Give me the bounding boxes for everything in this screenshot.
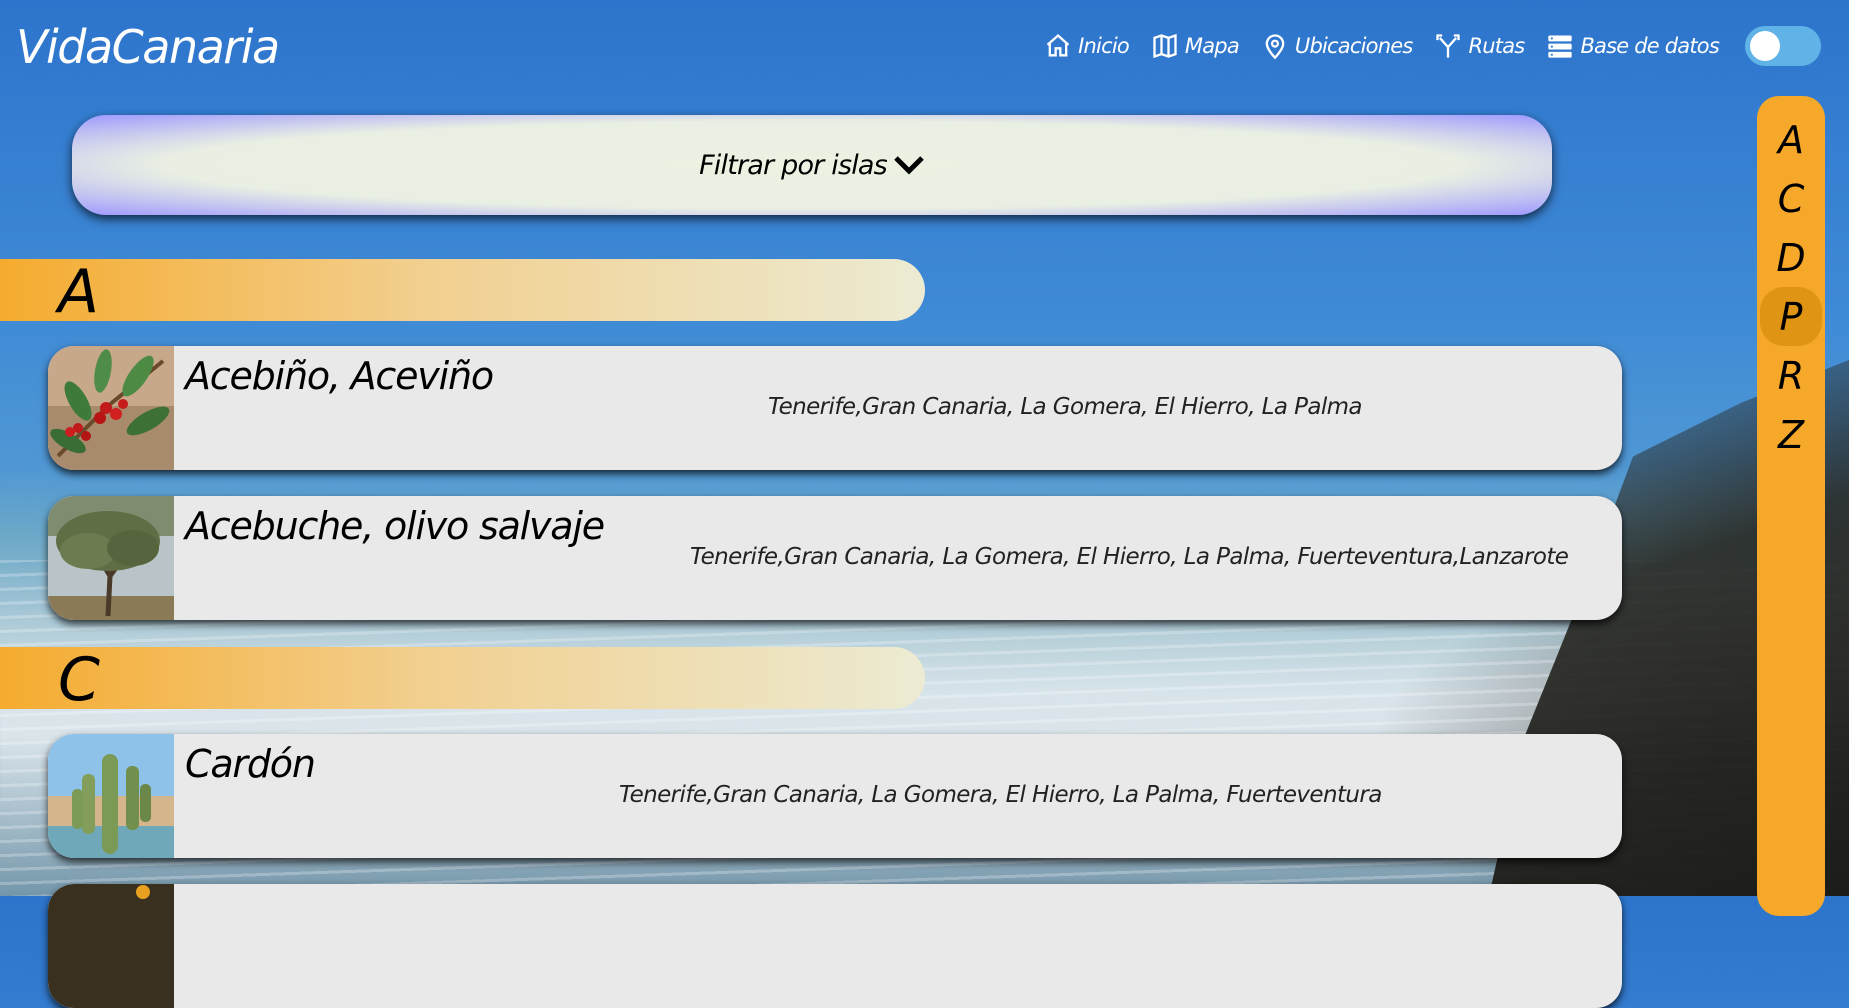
route-fork-icon: [1436, 34, 1461, 58]
theme-toggle[interactable]: [1745, 26, 1821, 66]
alphabet-letter-a[interactable]: A: [1757, 110, 1825, 169]
island-filter-button[interactable]: Filtrar por islas: [72, 115, 1552, 215]
plant-card-acebuche[interactable]: Acebuche, olivo salvaje Tenerife,Gran Ca…: [48, 496, 1622, 620]
section-header-c: C: [0, 645, 925, 715]
alphabet-spacer: [1757, 96, 1825, 110]
plant-thumbnail: [48, 346, 174, 470]
plant-islands: Tenerife,Gran Canaria, La Gomera, El Hie…: [690, 544, 1569, 570]
plant-card-cardon[interactable]: Cardón Tenerife,Gran Canaria, La Gomera,…: [48, 734, 1622, 858]
chevron-down-icon: [894, 156, 924, 175]
plant-name: Acebiño, Aceviño: [185, 354, 494, 398]
nav-label: Base de datos: [1580, 34, 1719, 58]
plant-thumbnail: [48, 496, 174, 620]
plant-islands: Tenerife,Gran Canaria, La Gomera, El Hie…: [768, 394, 1363, 420]
nav-ubicaciones[interactable]: Ubicaciones: [1261, 32, 1413, 60]
database-icon: [1548, 35, 1573, 58]
filter-label: Filtrar por islas: [699, 149, 888, 181]
nav-label: Rutas: [1468, 34, 1525, 58]
alphabet-letter-d[interactable]: D: [1757, 228, 1825, 287]
plant-name: Cardón: [185, 742, 316, 786]
top-nav: Inicio Mapa Ubicaciones Rutas Base de da…: [1044, 26, 1821, 66]
alphabet-letter-p[interactable]: P: [1760, 287, 1822, 346]
nav-rutas[interactable]: Rutas: [1434, 32, 1525, 60]
toggle-knob: [1750, 31, 1780, 61]
nav-mapa[interactable]: Mapa: [1151, 32, 1240, 60]
plant-islands: Tenerife,Gran Canaria, La Gomera, El Hie…: [619, 782, 1382, 808]
plant-thumbnail: [48, 734, 174, 858]
alphabet-letter-r[interactable]: R: [1757, 346, 1825, 405]
site-logo[interactable]: VidaCanaria: [16, 20, 280, 74]
plant-thumbnail: [48, 884, 174, 1008]
location-pin-icon: [1265, 34, 1285, 60]
plant-card-acebino[interactable]: Acebiño, Aceviño Tenerife,Gran Canaria, …: [48, 346, 1622, 470]
section-letter: A: [58, 257, 100, 327]
nav-inicio[interactable]: Inicio: [1044, 32, 1130, 60]
nav-label: Inicio: [1078, 34, 1130, 58]
nav-label: Mapa: [1184, 34, 1240, 58]
map-icon: [1153, 33, 1177, 59]
nav-label: Ubicaciones: [1294, 34, 1413, 58]
section-header-a: A: [0, 257, 925, 327]
plant-card-partial[interactable]: [48, 884, 1622, 1008]
home-icon: [1046, 33, 1070, 57]
alphabet-index: A C D P R Z: [1757, 96, 1825, 916]
nav-base-de-datos[interactable]: Base de datos: [1546, 32, 1720, 60]
alphabet-letter-z[interactable]: Z: [1757, 405, 1825, 464]
alphabet-letter-c[interactable]: C: [1757, 169, 1825, 228]
section-letter: C: [58, 645, 100, 715]
plant-name: Acebuche, olivo salvaje: [185, 504, 605, 548]
